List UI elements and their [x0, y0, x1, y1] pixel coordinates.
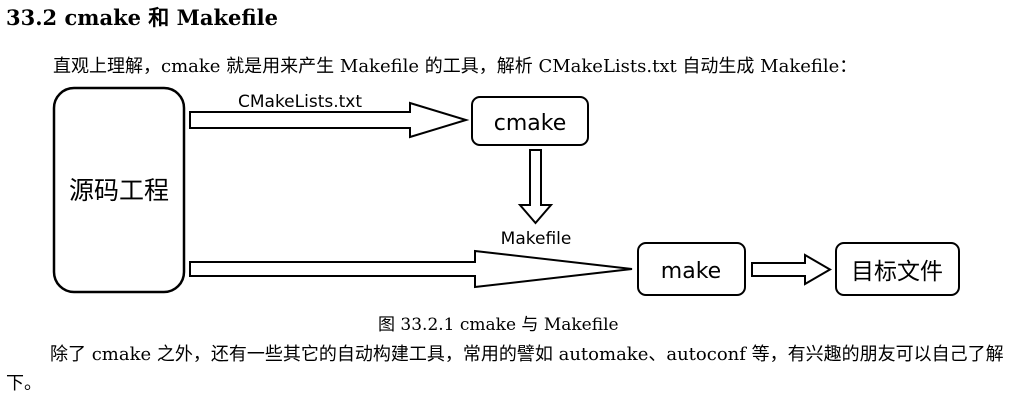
source-project-label: 源码工程 [69, 176, 169, 205]
make-box-label: make [661, 259, 721, 284]
makefile-down-arrow [517, 149, 554, 225]
make-to-target-arrow [751, 253, 832, 286]
cmake-box-label: cmake [494, 111, 567, 136]
target-file-label: 目标文件 [851, 259, 943, 285]
figure-caption: 图 33.2.1 cmake 与 Makefile [378, 315, 619, 335]
source-to-make-arrow [189, 249, 633, 289]
cmakelists-arrow-label: CMakeLists.txt [238, 92, 362, 112]
body-paragraph: 除了 cmake 之外，还有一些其它的自动构建工具，常用的譬如 automake… [6, 344, 1004, 394]
makefile-label: Makefile [501, 229, 572, 249]
